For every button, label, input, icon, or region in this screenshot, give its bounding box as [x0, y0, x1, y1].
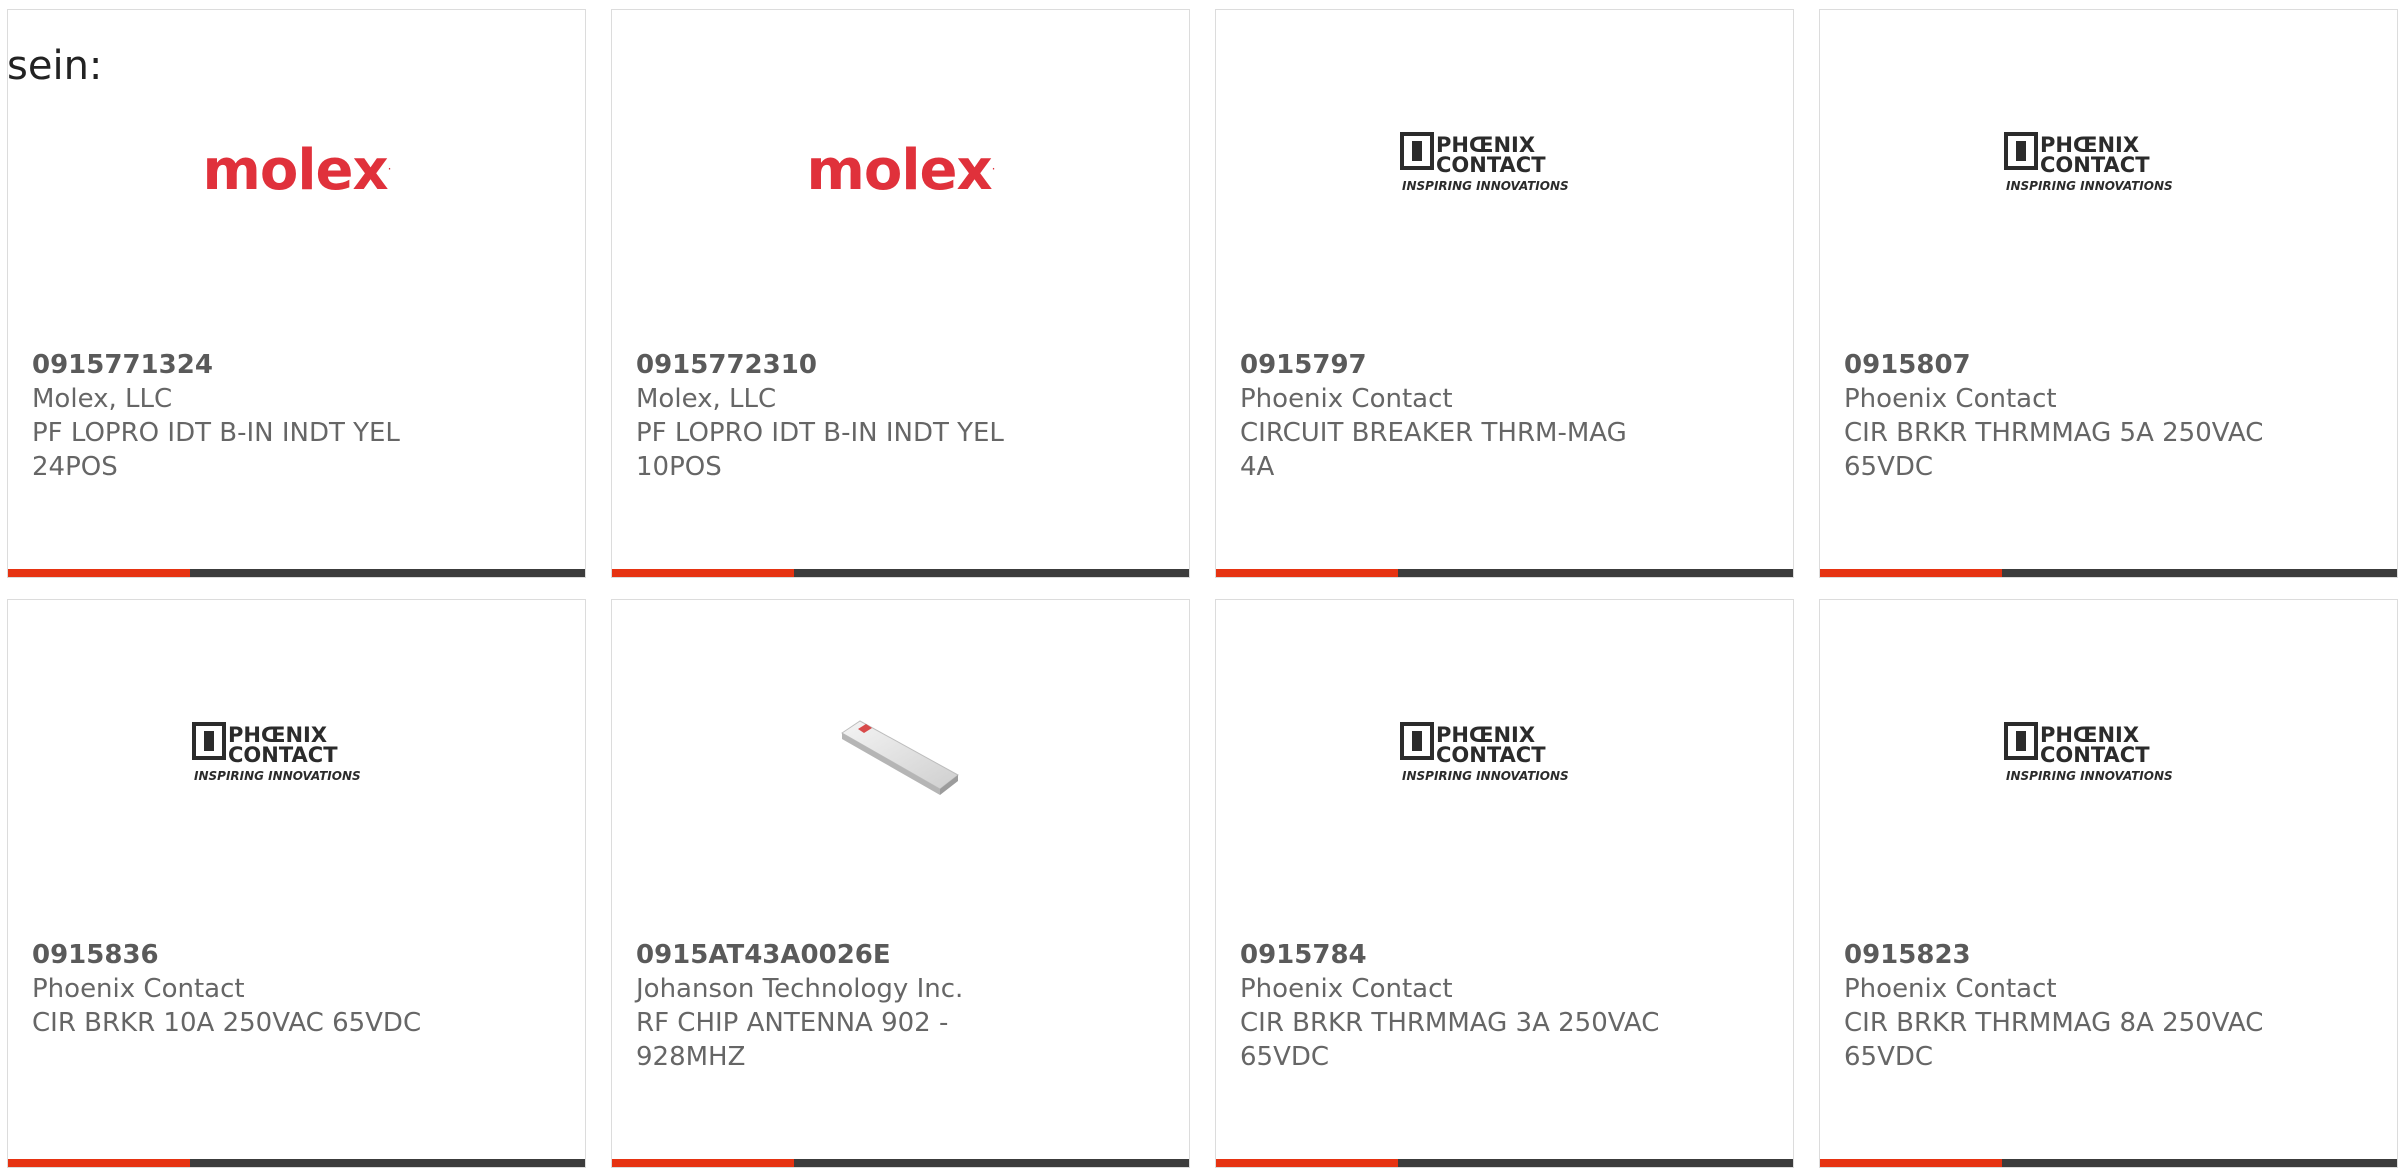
product-image[interactable]: molex.: [612, 10, 1189, 340]
phoenix-logo-line2: CONTACT: [1436, 743, 1546, 767]
phoenix-logo-tagline: INSPIRING INNOVATIONS: [1402, 769, 1569, 783]
card-accent-bar: [612, 569, 1189, 577]
product-card[interactable]: 0915AT43A0026E Johanson Technology Inc. …: [611, 599, 1190, 1168]
chip-antenna-photo: [826, 703, 976, 817]
phoenix-logo-tagline: INSPIRING INNOVATIONS: [2006, 769, 2173, 783]
part-number-link[interactable]: 0915823: [1844, 938, 2373, 972]
card-accent-bar: [612, 1159, 1189, 1167]
product-card[interactable]: PHŒNIX CONTACT INSPIRING INNOVATIONS 091…: [1215, 9, 1794, 578]
manufacturer: Phoenix Contact: [1844, 974, 2057, 1004]
description: CIR BRKR THRMMAG 3A 250VAC 65VDC: [1240, 1008, 1660, 1072]
manufacturer: Phoenix Contact: [1240, 974, 1453, 1004]
molex-logo: molex.: [806, 137, 996, 203]
product-card[interactable]: PHŒNIX CONTACT INSPIRING INNOVATIONS 091…: [1819, 9, 2398, 578]
description: CIR BRKR THRMMAG 5A 250VAC 65VDC: [1844, 418, 2264, 482]
card-accent-bar: [8, 569, 585, 577]
description: PF LOPRO IDT B-IN INDT YEL 10POS: [636, 418, 1004, 482]
phoenix-contact-logo: PHŒNIX CONTACT INSPIRING INNOVATIONS: [1399, 720, 1610, 790]
phoenix-contact-logo: PHŒNIX CONTACT INSPIRING INNOVATIONS: [2003, 720, 2214, 790]
product-image[interactable]: PHŒNIX CONTACT INSPIRING INNOVATIONS: [8, 600, 585, 930]
phoenix-logo-tagline: INSPIRING INNOVATIONS: [2006, 179, 2173, 193]
description: CIRCUIT BREAKER THRM-MAG 4A: [1240, 418, 1627, 482]
part-number-link[interactable]: 0915772310: [636, 348, 1165, 382]
card-accent-bar: [1216, 1159, 1793, 1167]
molex-logo-text: molex: [202, 137, 389, 203]
description: CIR BRKR THRMMAG 8A 250VAC 65VDC: [1844, 1008, 2264, 1072]
part-number-link[interactable]: 0915807: [1844, 348, 2373, 382]
molex-logo-text: molex: [806, 137, 993, 203]
product-image[interactable]: [612, 600, 1189, 930]
part-number-link[interactable]: 0915AT43A0026E: [636, 938, 1165, 972]
description: RF CHIP ANTENNA 902 - 928MHZ: [636, 1008, 949, 1072]
manufacturer: Johanson Technology Inc.: [636, 974, 964, 1004]
product-card[interactable]: PHŒNIX CONTACT INSPIRING INNOVATIONS 091…: [7, 599, 586, 1168]
phoenix-contact-logo: PHŒNIX CONTACT INSPIRING INNOVATIONS: [191, 720, 402, 790]
product-image[interactable]: PHŒNIX CONTACT INSPIRING INNOVATIONS: [1820, 10, 2397, 340]
phoenix-logo-line2: CONTACT: [2040, 153, 2150, 177]
manufacturer: Molex, LLC: [32, 384, 173, 414]
product-card[interactable]: molex. 0915772310 Molex, LLC PF LOPRO ID…: [611, 9, 1190, 578]
manufacturer: Phoenix Contact: [1844, 384, 2057, 414]
description: CIR BRKR 10A 250VAC 65VDC: [32, 1008, 422, 1038]
phoenix-logo-line2: CONTACT: [228, 743, 338, 767]
product-image[interactable]: PHŒNIX CONTACT INSPIRING INNOVATIONS: [1216, 600, 1793, 930]
molex-logo: molex.: [202, 137, 392, 203]
phoenix-logo-line2: CONTACT: [2040, 743, 2150, 767]
phoenix-logo-tagline: INSPIRING INNOVATIONS: [194, 769, 361, 783]
product-card[interactable]: PHŒNIX CONTACT INSPIRING INNOVATIONS 091…: [1819, 599, 2398, 1168]
product-grid: molex. 0915771324 Molex, LLC PF LOPRO ID…: [7, 9, 2400, 1168]
manufacturer: Phoenix Contact: [1240, 384, 1453, 414]
part-number-link[interactable]: 0915784: [1240, 938, 1769, 972]
part-number-link[interactable]: 0915797: [1240, 348, 1769, 382]
card-accent-bar: [8, 1159, 585, 1167]
product-card[interactable]: molex. 0915771324 Molex, LLC PF LOPRO ID…: [7, 9, 586, 578]
lead-text: sein:: [7, 43, 103, 89]
phoenix-contact-logo: PHŒNIX CONTACT INSPIRING INNOVATIONS: [2003, 130, 2214, 200]
manufacturer: Phoenix Contact: [32, 974, 245, 1004]
phoenix-contact-logo: PHŒNIX CONTACT INSPIRING INNOVATIONS: [1399, 130, 1610, 200]
description: PF LOPRO IDT B-IN INDT YEL 24POS: [32, 418, 400, 482]
product-image[interactable]: PHŒNIX CONTACT INSPIRING INNOVATIONS: [1820, 600, 2397, 930]
part-number-link[interactable]: 0915771324: [32, 348, 561, 382]
card-accent-bar: [1820, 569, 2397, 577]
product-card[interactable]: PHŒNIX CONTACT INSPIRING INNOVATIONS 091…: [1215, 599, 1794, 1168]
part-number-link[interactable]: 0915836: [32, 938, 561, 972]
phoenix-logo-line2: CONTACT: [1436, 153, 1546, 177]
manufacturer: Molex, LLC: [636, 384, 777, 414]
phoenix-logo-tagline: INSPIRING INNOVATIONS: [1402, 179, 1569, 193]
product-image[interactable]: PHŒNIX CONTACT INSPIRING INNOVATIONS: [1216, 10, 1793, 340]
card-accent-bar: [1820, 1159, 2397, 1167]
card-accent-bar: [1216, 569, 1793, 577]
